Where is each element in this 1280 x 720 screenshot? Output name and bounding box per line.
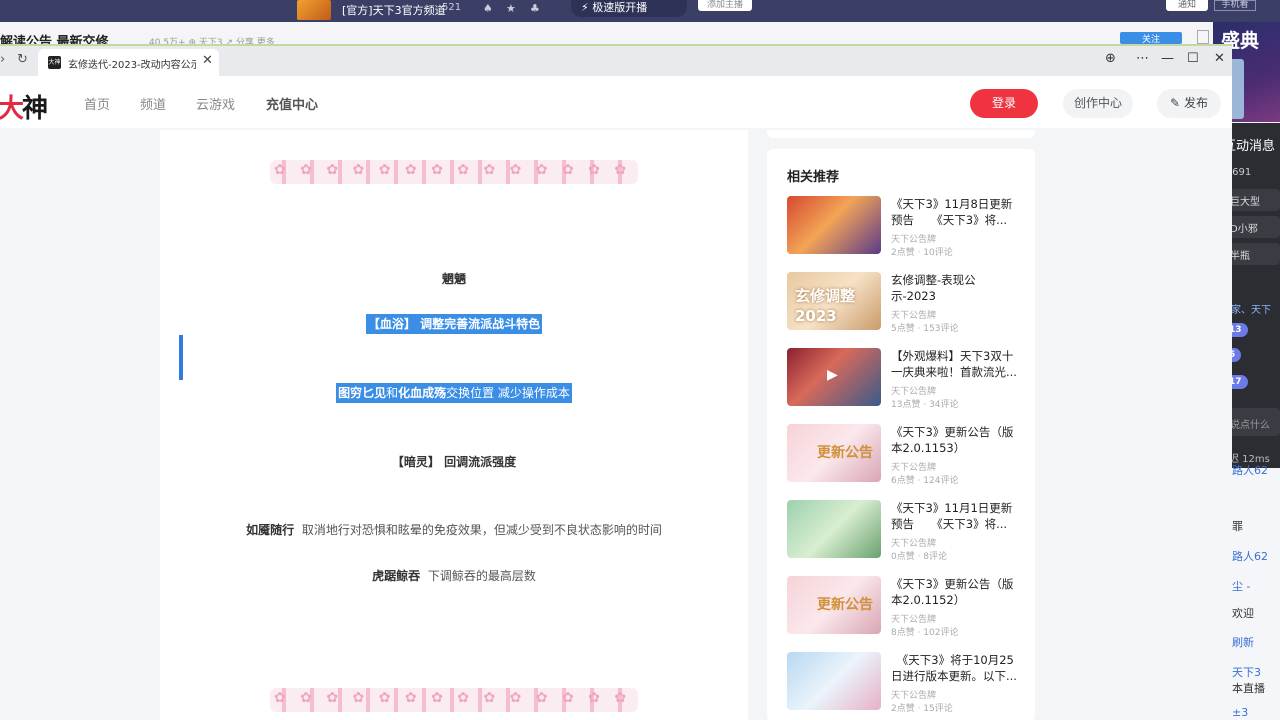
- likes-count: 691: [1232, 167, 1252, 178]
- site-header: 大神 首页 频道 云游戏 充值中心 登录 创作中心 ✎ 发布: [0, 76, 1232, 128]
- related-item-title[interactable]: 《天下3》更新公告（版本2.0.1152）: [891, 576, 1019, 608]
- related-item-meta: 2点赞 · 15评论: [891, 704, 953, 714]
- related-item-author[interactable]: 天下公告牌: [891, 232, 936, 245]
- related-item-meta: 13点赞 · 34评论: [891, 400, 959, 410]
- channel-avatar[interactable]: [297, 0, 331, 20]
- chat-line: 尘 -: [1232, 580, 1251, 593]
- publish-button[interactable]: ✎ 发布: [1157, 89, 1221, 118]
- related-item[interactable]: 玄修调整-表现公示-2023 天下公告牌 5点赞 · 153评论: [787, 272, 1027, 334]
- mobile-watch-button[interactable]: 手机看: [1214, 0, 1256, 11]
- browser-window: › ↻ 大神 玄修迭代-2023-改动内容公示 ✕ ⊕ ⋯ — ☐ ✕ 大神 首…: [0, 44, 1232, 720]
- article-line: 如魇随行 取消地行对恐惧和眩晕的免疫效果，但减少受到不良状态影响的时间: [246, 523, 662, 537]
- related-item-author[interactable]: 天下公告牌: [891, 308, 936, 321]
- thumb-icon[interactable]: ♠: [483, 2, 493, 15]
- chat-line: 天下3: [1232, 666, 1261, 679]
- related-item-author[interactable]: 天下公告牌: [891, 688, 936, 701]
- related-item-author[interactable]: 天下公告牌: [891, 460, 936, 473]
- login-button[interactable]: 登录: [970, 89, 1038, 118]
- tab-title: 玄修迭代-2023-改动内容公示: [68, 60, 196, 71]
- viewer-count: 521: [442, 2, 462, 13]
- edit-icon: ✎: [1170, 96, 1181, 110]
- related-item[interactable]: 《天下3》将于10月25日进行版本更新。以下... 天下公告牌 2点赞 · 15…: [787, 652, 1027, 714]
- add-anchor-button[interactable]: 添加主播: [698, 0, 752, 11]
- related-item-meta: 0点赞 · 8评论: [891, 552, 948, 562]
- globe-icon[interactable]: ⊕: [1105, 51, 1116, 66]
- people-icon[interactable]: ♣: [530, 2, 540, 15]
- related-item-author[interactable]: 天下公告牌: [891, 384, 936, 397]
- related-title: 相关推荐: [787, 170, 840, 185]
- article-line: 图穷匕见和化血成殇交换位置 减少操作成本: [160, 383, 748, 403]
- related-thumb[interactable]: [787, 348, 881, 406]
- publish-label: 发布: [1183, 96, 1208, 110]
- chat-line: 刷新: [1232, 636, 1254, 649]
- close-window-icon[interactable]: ✕: [1214, 51, 1225, 66]
- speed-label: 极速版开播: [592, 1, 648, 14]
- related-thumb[interactable]: [787, 500, 881, 558]
- related-item-title[interactable]: 玄修调整-表现公示-2023: [891, 272, 1019, 304]
- notice-button[interactable]: 通知: [1166, 0, 1208, 11]
- flower-divider: [270, 160, 638, 184]
- article-line: 【暗灵】 回调流派强度: [391, 455, 517, 469]
- related-item-author[interactable]: 天下公告牌: [891, 536, 936, 549]
- article-body: 魍魉 【血浴】 调整完善流派战斗特色 图穷匕见和化血成殇交换位置 减少操作成本 …: [160, 130, 748, 720]
- speed-broadcast-button[interactable]: ⚡ 极速版开播: [571, 0, 687, 17]
- related-item[interactable]: 《天下3》更新公告（版本2.0.1152） 天下公告牌 8点赞 · 102评论: [787, 576, 1027, 638]
- related-item-meta: 8点赞 · 102评论: [891, 628, 959, 638]
- favicon: 大神: [48, 56, 61, 69]
- tab-bar: › ↻ 大神 玄修迭代-2023-改动内容公示 ✕ ⊕ ⋯ — ☐ ✕: [0, 46, 1232, 76]
- related-thumb[interactable]: [787, 576, 881, 634]
- related-item-title[interactable]: 《天下3》11月8日更新预告 《天下3》将...: [891, 196, 1019, 228]
- article-line: 【血浴】 调整完善流派战斗特色: [160, 314, 748, 334]
- logo-text: 神: [22, 94, 48, 124]
- flower-divider: [270, 688, 638, 712]
- stream-top-bar: [官方]天下3官方频道 521 ♠ ★ ♣ ⚡ 极速版开播 添加主播 通知 手机…: [0, 0, 1280, 22]
- chat-line: 欢迎: [1232, 607, 1254, 620]
- related-recommendations: 相关推荐 《天下3》11月8日更新预告 《天下3》将... 天下公告牌 2点赞 …: [767, 149, 1035, 720]
- close-tab-icon[interactable]: ✕: [202, 53, 213, 68]
- side-toggle[interactable]: [1197, 30, 1209, 44]
- chat-line: 本直播: [1232, 682, 1265, 695]
- related-item-meta: 2点赞 · 10评论: [891, 248, 953, 258]
- stream-info-strip: 解读公告 最新交修 40.5万+ ⊕ 天下3 ↗ 分享 更多 关注: [0, 22, 1280, 50]
- chat-line: 路人62: [1232, 550, 1268, 563]
- reload-icon[interactable]: ↻: [17, 52, 28, 67]
- article-line: 虎踞鲸吞 下调鲸吞的最高层数: [372, 569, 536, 583]
- text-cursor: [179, 335, 183, 380]
- related-item[interactable]: 《天下3》11月8日更新预告 《天下3》将... 天下公告牌 2点赞 · 10评…: [787, 196, 1027, 258]
- related-item-title[interactable]: 《天下3》11月1日更新预告 《天下3》将...: [891, 500, 1019, 532]
- related-thumb[interactable]: [787, 196, 881, 254]
- related-item[interactable]: 《天下3》更新公告（版本2.0.1153） 天下公告牌 6点赞 · 124评论: [787, 424, 1027, 486]
- related-item-title[interactable]: 《天下3》将于10月25日进行版本更新。以下...: [891, 652, 1019, 684]
- related-item-author[interactable]: 天下公告牌: [891, 612, 936, 625]
- related-item-title[interactable]: 【外观爆料】天下3双十一庆典来啦！首款流光...: [891, 348, 1019, 380]
- related-thumb[interactable]: [787, 652, 881, 710]
- forward-icon[interactable]: ›: [0, 52, 5, 67]
- nav-cloud-game[interactable]: 云游戏: [196, 94, 235, 113]
- minimize-icon[interactable]: —: [1161, 51, 1174, 66]
- stream-title: [官方]天下3官方频道: [342, 4, 446, 17]
- sidebar-card-top: [767, 130, 1035, 138]
- follow-button[interactable]: 关注: [1120, 32, 1182, 45]
- maximize-icon[interactable]: ☐: [1187, 51, 1199, 66]
- related-thumb[interactable]: [787, 424, 881, 482]
- chat-line: ±3: [1232, 706, 1249, 719]
- menu-icon[interactable]: ⋯: [1136, 51, 1149, 66]
- nav-home[interactable]: 首页: [84, 94, 110, 113]
- related-item[interactable]: 《天下3》11月1日更新预告 《天下3》将... 天下公告牌 0点赞 · 8评论: [787, 500, 1027, 562]
- nav-recharge[interactable]: 充值中心: [266, 94, 318, 113]
- site-logo[interactable]: 大神: [0, 88, 48, 125]
- related-item[interactable]: 【外观爆料】天下3双十一庆典来啦！首款流光... 天下公告牌 13点赞 · 34…: [787, 348, 1027, 410]
- article-heading: 魍魉: [441, 272, 466, 286]
- related-item-meta: 6点赞 · 124评论: [891, 476, 959, 486]
- nav-channel[interactable]: 频道: [140, 94, 166, 113]
- related-item-title[interactable]: 《天下3》更新公告（版本2.0.1153）: [891, 424, 1019, 456]
- related-thumb[interactable]: [787, 272, 881, 330]
- chat-line: 路人62: [1232, 464, 1268, 477]
- browser-tab[interactable]: 大神 玄修迭代-2023-改动内容公示 ✕: [38, 49, 219, 76]
- star-icon[interactable]: ★: [506, 2, 516, 15]
- creator-center-button[interactable]: 创作中心: [1063, 89, 1133, 118]
- chat-line: 罪: [1232, 520, 1243, 533]
- related-item-meta: 5点赞 · 153评论: [891, 324, 959, 334]
